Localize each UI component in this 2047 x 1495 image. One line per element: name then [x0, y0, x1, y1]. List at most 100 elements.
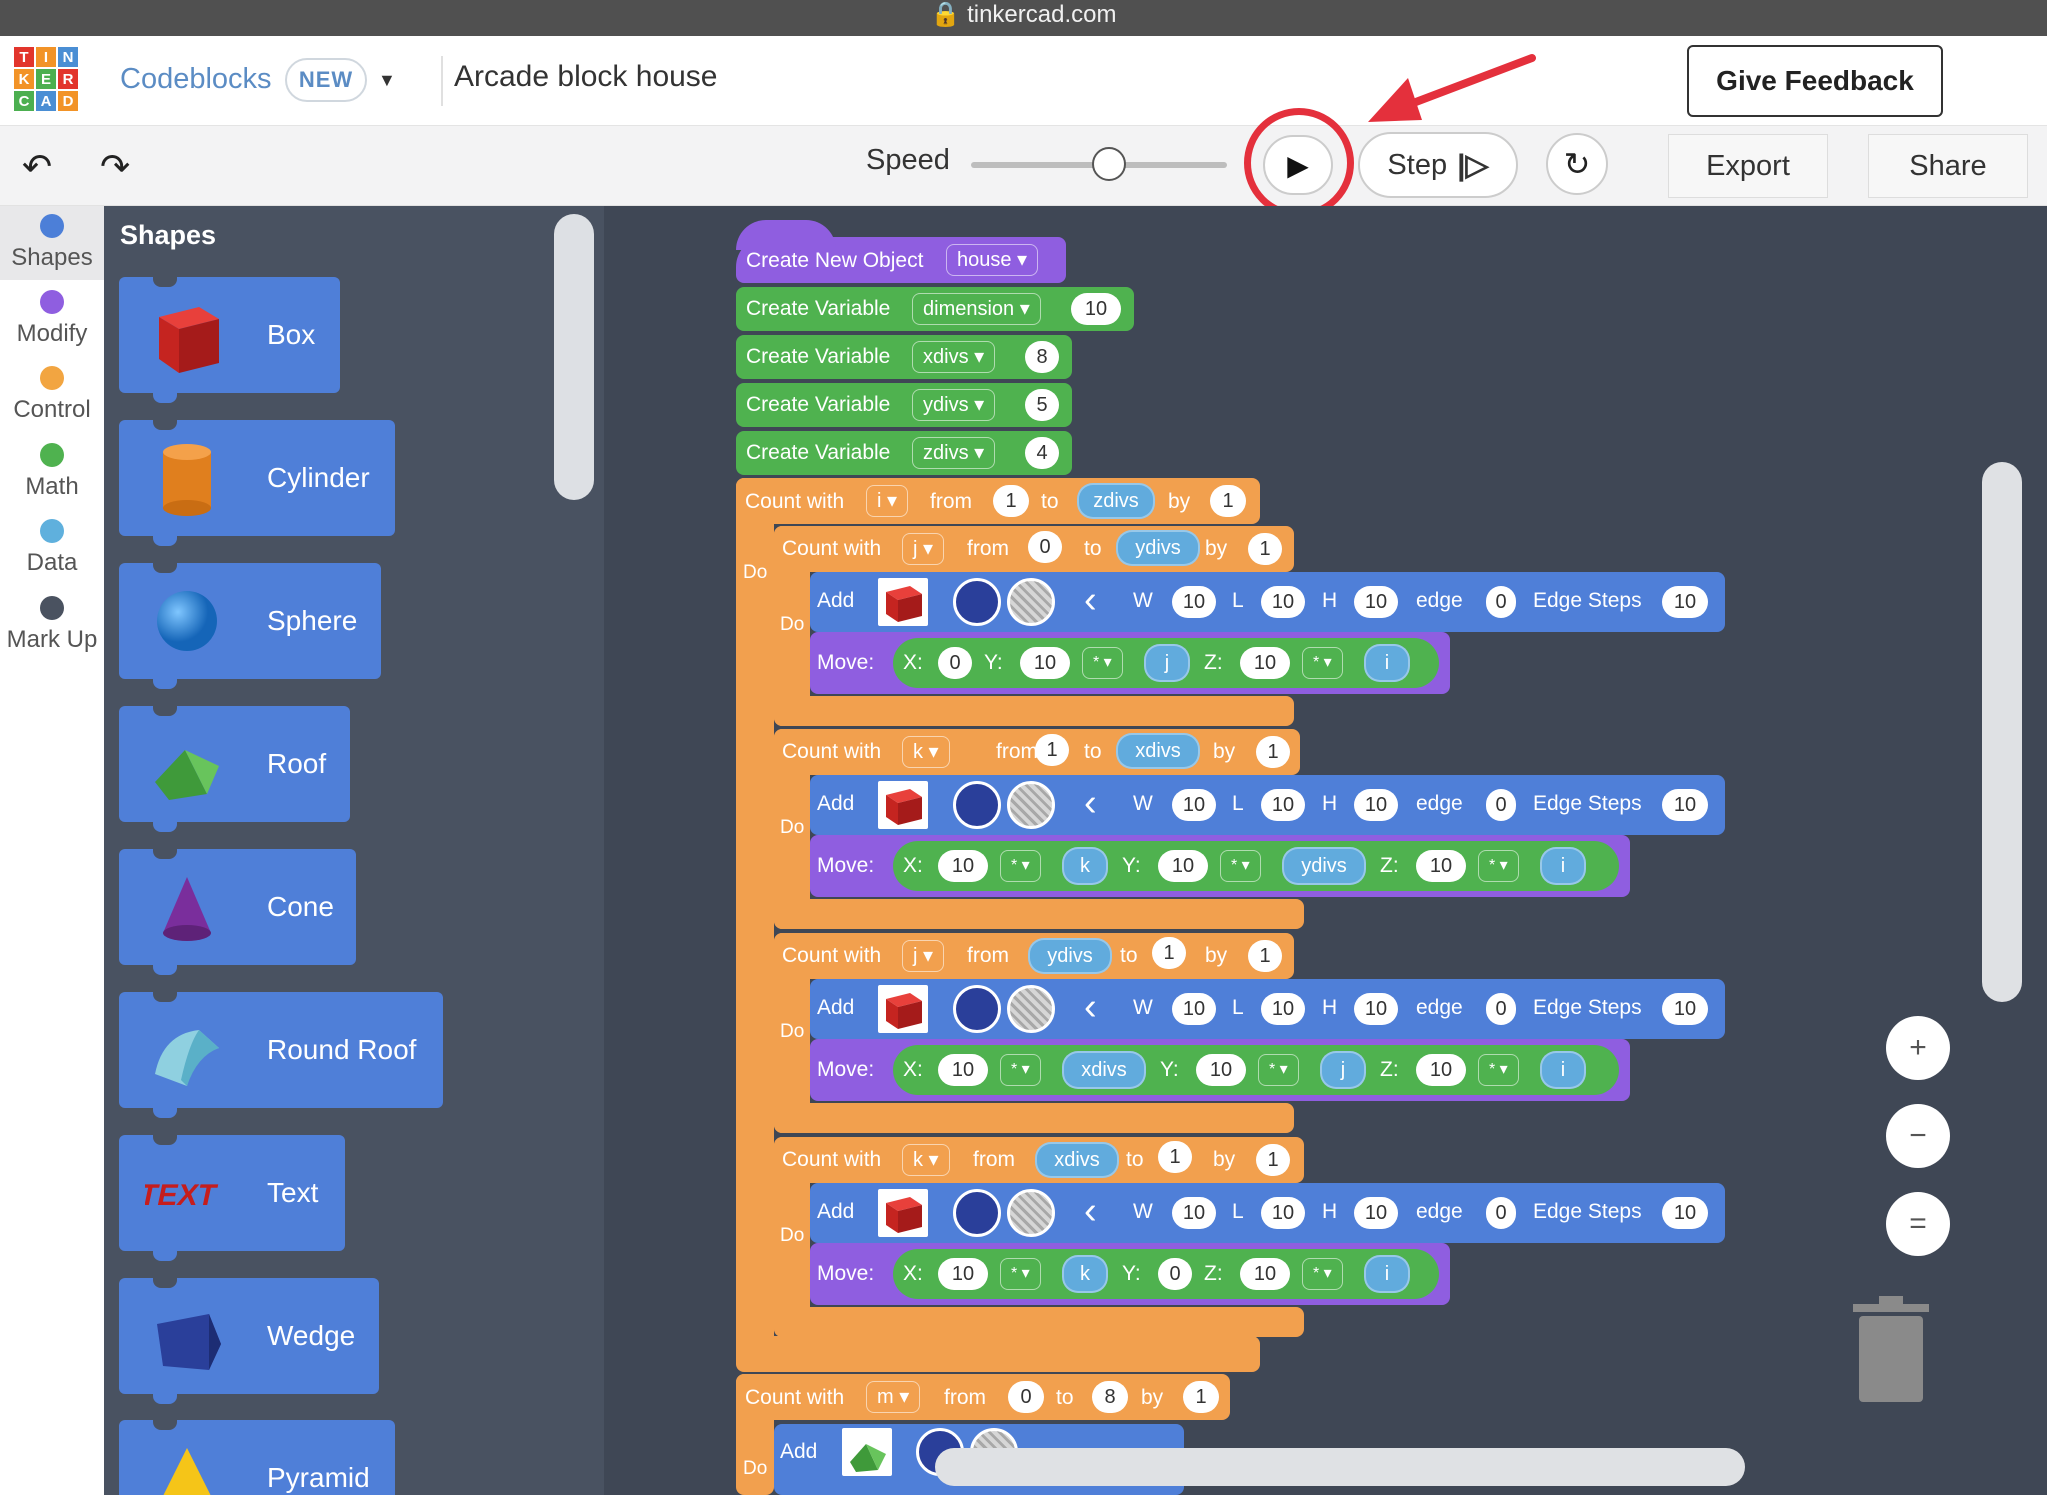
speed-slider-knob[interactable]	[1092, 147, 1126, 181]
workspace-horizontal-scrollbar[interactable]	[935, 1448, 1745, 1486]
height-value[interactable]: 10	[1354, 586, 1398, 618]
category-shapes[interactable]: Shapes	[0, 214, 104, 272]
chevron-left-icon[interactable]: ‹	[1084, 987, 1097, 1027]
move-variable[interactable]: ydivs	[1282, 847, 1366, 885]
workspace-vertical-scrollbar[interactable]	[1982, 462, 2022, 1002]
loop-by-value[interactable]: 1	[1248, 533, 1282, 565]
loop-by-value[interactable]: 1	[1256, 1144, 1290, 1176]
variable-value[interactable]: 5	[1025, 389, 1059, 421]
variable-dropdown[interactable]: zdivs ▾	[912, 437, 996, 469]
edge-value[interactable]: 0	[1486, 993, 1516, 1025]
move-variable[interactable]: j	[1144, 644, 1190, 682]
loop-var-dropdown[interactable]: m ▾	[866, 1381, 921, 1413]
shape-block-round-roof[interactable]: Round Roof	[119, 992, 443, 1118]
length-value[interactable]: 10	[1261, 789, 1305, 821]
zoom-reset-icon[interactable]: =	[1886, 1192, 1950, 1256]
chevron-left-icon[interactable]: ‹	[1084, 580, 1097, 620]
undo-icon[interactable]: ↶	[22, 146, 52, 188]
width-value[interactable]: 10	[1172, 789, 1216, 821]
move-number[interactable]: 10	[938, 1258, 988, 1290]
object-name-dropdown[interactable]: house ▾	[946, 244, 1039, 276]
hole-swatch[interactable]	[1007, 578, 1055, 626]
category-control[interactable]: Control	[0, 366, 104, 424]
loop-to-value[interactable]: 1	[1152, 937, 1186, 969]
edge-steps-value[interactable]: 10	[1662, 789, 1708, 821]
move-variable[interactable]: i	[1364, 644, 1410, 682]
zoom-in-icon[interactable]: +	[1886, 1016, 1950, 1080]
operator-dropdown[interactable]: * ▾	[1000, 1258, 1041, 1290]
edge-value[interactable]: 0	[1486, 1197, 1516, 1229]
move-variable[interactable]: i	[1364, 1255, 1410, 1293]
operator-dropdown[interactable]: * ▾	[1302, 647, 1343, 679]
loop-to-var[interactable]: zdivs	[1077, 483, 1155, 519]
loop-to-value[interactable]: 1	[1158, 1141, 1192, 1173]
loop-to-value[interactable]: ydivs	[1116, 530, 1200, 566]
box-shape-thumbnail[interactable]	[878, 985, 928, 1033]
loop-var-dropdown[interactable]: j ▾	[902, 940, 945, 972]
operator-dropdown[interactable]: * ▾	[1220, 850, 1261, 882]
loop-from-value[interactable]: 1	[993, 485, 1029, 517]
hole-swatch[interactable]	[1007, 1189, 1055, 1237]
width-value[interactable]: 10	[1172, 993, 1216, 1025]
edge-steps-value[interactable]: 10	[1662, 1197, 1708, 1229]
hole-swatch[interactable]	[1007, 985, 1055, 1033]
loop-var-dropdown[interactable]: j ▾	[902, 533, 945, 565]
box-shape-thumbnail[interactable]	[878, 578, 928, 626]
shape-block-cone[interactable]: Cone	[119, 849, 356, 975]
move-number[interactable]: 10	[1196, 1054, 1246, 1086]
move-number[interactable]: 10	[1240, 1258, 1290, 1290]
operator-dropdown[interactable]: * ▾	[1258, 1054, 1299, 1086]
loop-from-value[interactable]: 0	[1028, 531, 1062, 563]
loop-by-value[interactable]: 1	[1248, 940, 1282, 972]
project-menu-chevron-icon[interactable]: ▼	[378, 70, 396, 91]
project-title[interactable]: Arcade block house	[454, 60, 718, 94]
operator-dropdown[interactable]: * ▾	[1302, 1258, 1343, 1290]
give-feedback-button[interactable]: Give Feedback	[1687, 45, 1943, 117]
variable-value[interactable]: 4	[1025, 437, 1059, 469]
loop-from-value[interactable]: ydivs	[1028, 938, 1112, 974]
edge-value[interactable]: 0	[1486, 789, 1516, 821]
move-number[interactable]: 10	[938, 850, 988, 882]
move-number[interactable]: 0	[938, 647, 972, 679]
move-variable[interactable]: i	[1540, 1051, 1586, 1089]
color-swatch[interactable]	[953, 985, 1001, 1033]
flyout-scrollbar[interactable]	[554, 214, 594, 500]
shape-block-box[interactable]: Box	[119, 277, 340, 403]
variable-value[interactable]: 8	[1025, 341, 1059, 373]
loop-from-value[interactable]: 1	[1035, 734, 1069, 766]
box-shape-thumbnail[interactable]	[878, 1189, 928, 1237]
move-variable[interactable]: xdivs	[1062, 1051, 1146, 1089]
loop-var-dropdown[interactable]: k ▾	[902, 1144, 950, 1176]
operator-dropdown[interactable]: * ▾	[1478, 1054, 1519, 1086]
edge-steps-value[interactable]: 10	[1662, 586, 1708, 618]
variable-value[interactable]: 10	[1071, 293, 1121, 325]
category-mark-up[interactable]: Mark Up	[0, 596, 104, 654]
variable-dropdown[interactable]: ydivs ▾	[912, 389, 996, 421]
length-value[interactable]: 10	[1261, 586, 1305, 618]
move-number[interactable]: 10	[1240, 647, 1290, 679]
height-value[interactable]: 10	[1354, 1197, 1398, 1229]
move-variable[interactable]: j	[1320, 1051, 1366, 1089]
height-value[interactable]: 10	[1354, 993, 1398, 1025]
redo-icon[interactable]: ↷	[100, 146, 130, 188]
loop-to-value[interactable]: 8	[1092, 1381, 1128, 1413]
loop-by-value[interactable]: 1	[1210, 485, 1246, 517]
move-number[interactable]: 10	[1416, 850, 1466, 882]
width-value[interactable]: 10	[1172, 586, 1216, 618]
edge-steps-value[interactable]: 10	[1662, 993, 1708, 1025]
move-number[interactable]: 10	[1158, 850, 1208, 882]
step-button[interactable]: Step |▷	[1358, 132, 1518, 198]
loop-from-value[interactable]: xdivs	[1035, 1142, 1119, 1178]
color-swatch[interactable]	[953, 578, 1001, 626]
zoom-out-icon[interactable]: −	[1886, 1104, 1950, 1168]
operator-dropdown[interactable]: * ▾	[1478, 850, 1519, 882]
loop-from-value[interactable]: 0	[1008, 1381, 1044, 1413]
move-number[interactable]: 0	[1158, 1258, 1192, 1290]
move-number[interactable]: 10	[938, 1054, 988, 1086]
trash-icon[interactable]	[1851, 1296, 1931, 1404]
export-button[interactable]: Export	[1668, 134, 1828, 198]
color-swatch[interactable]	[953, 1189, 1001, 1237]
roof-shape-thumbnail[interactable]	[842, 1428, 892, 1476]
shape-block-cylinder[interactable]: Cylinder	[119, 420, 395, 546]
width-value[interactable]: 10	[1172, 1197, 1216, 1229]
